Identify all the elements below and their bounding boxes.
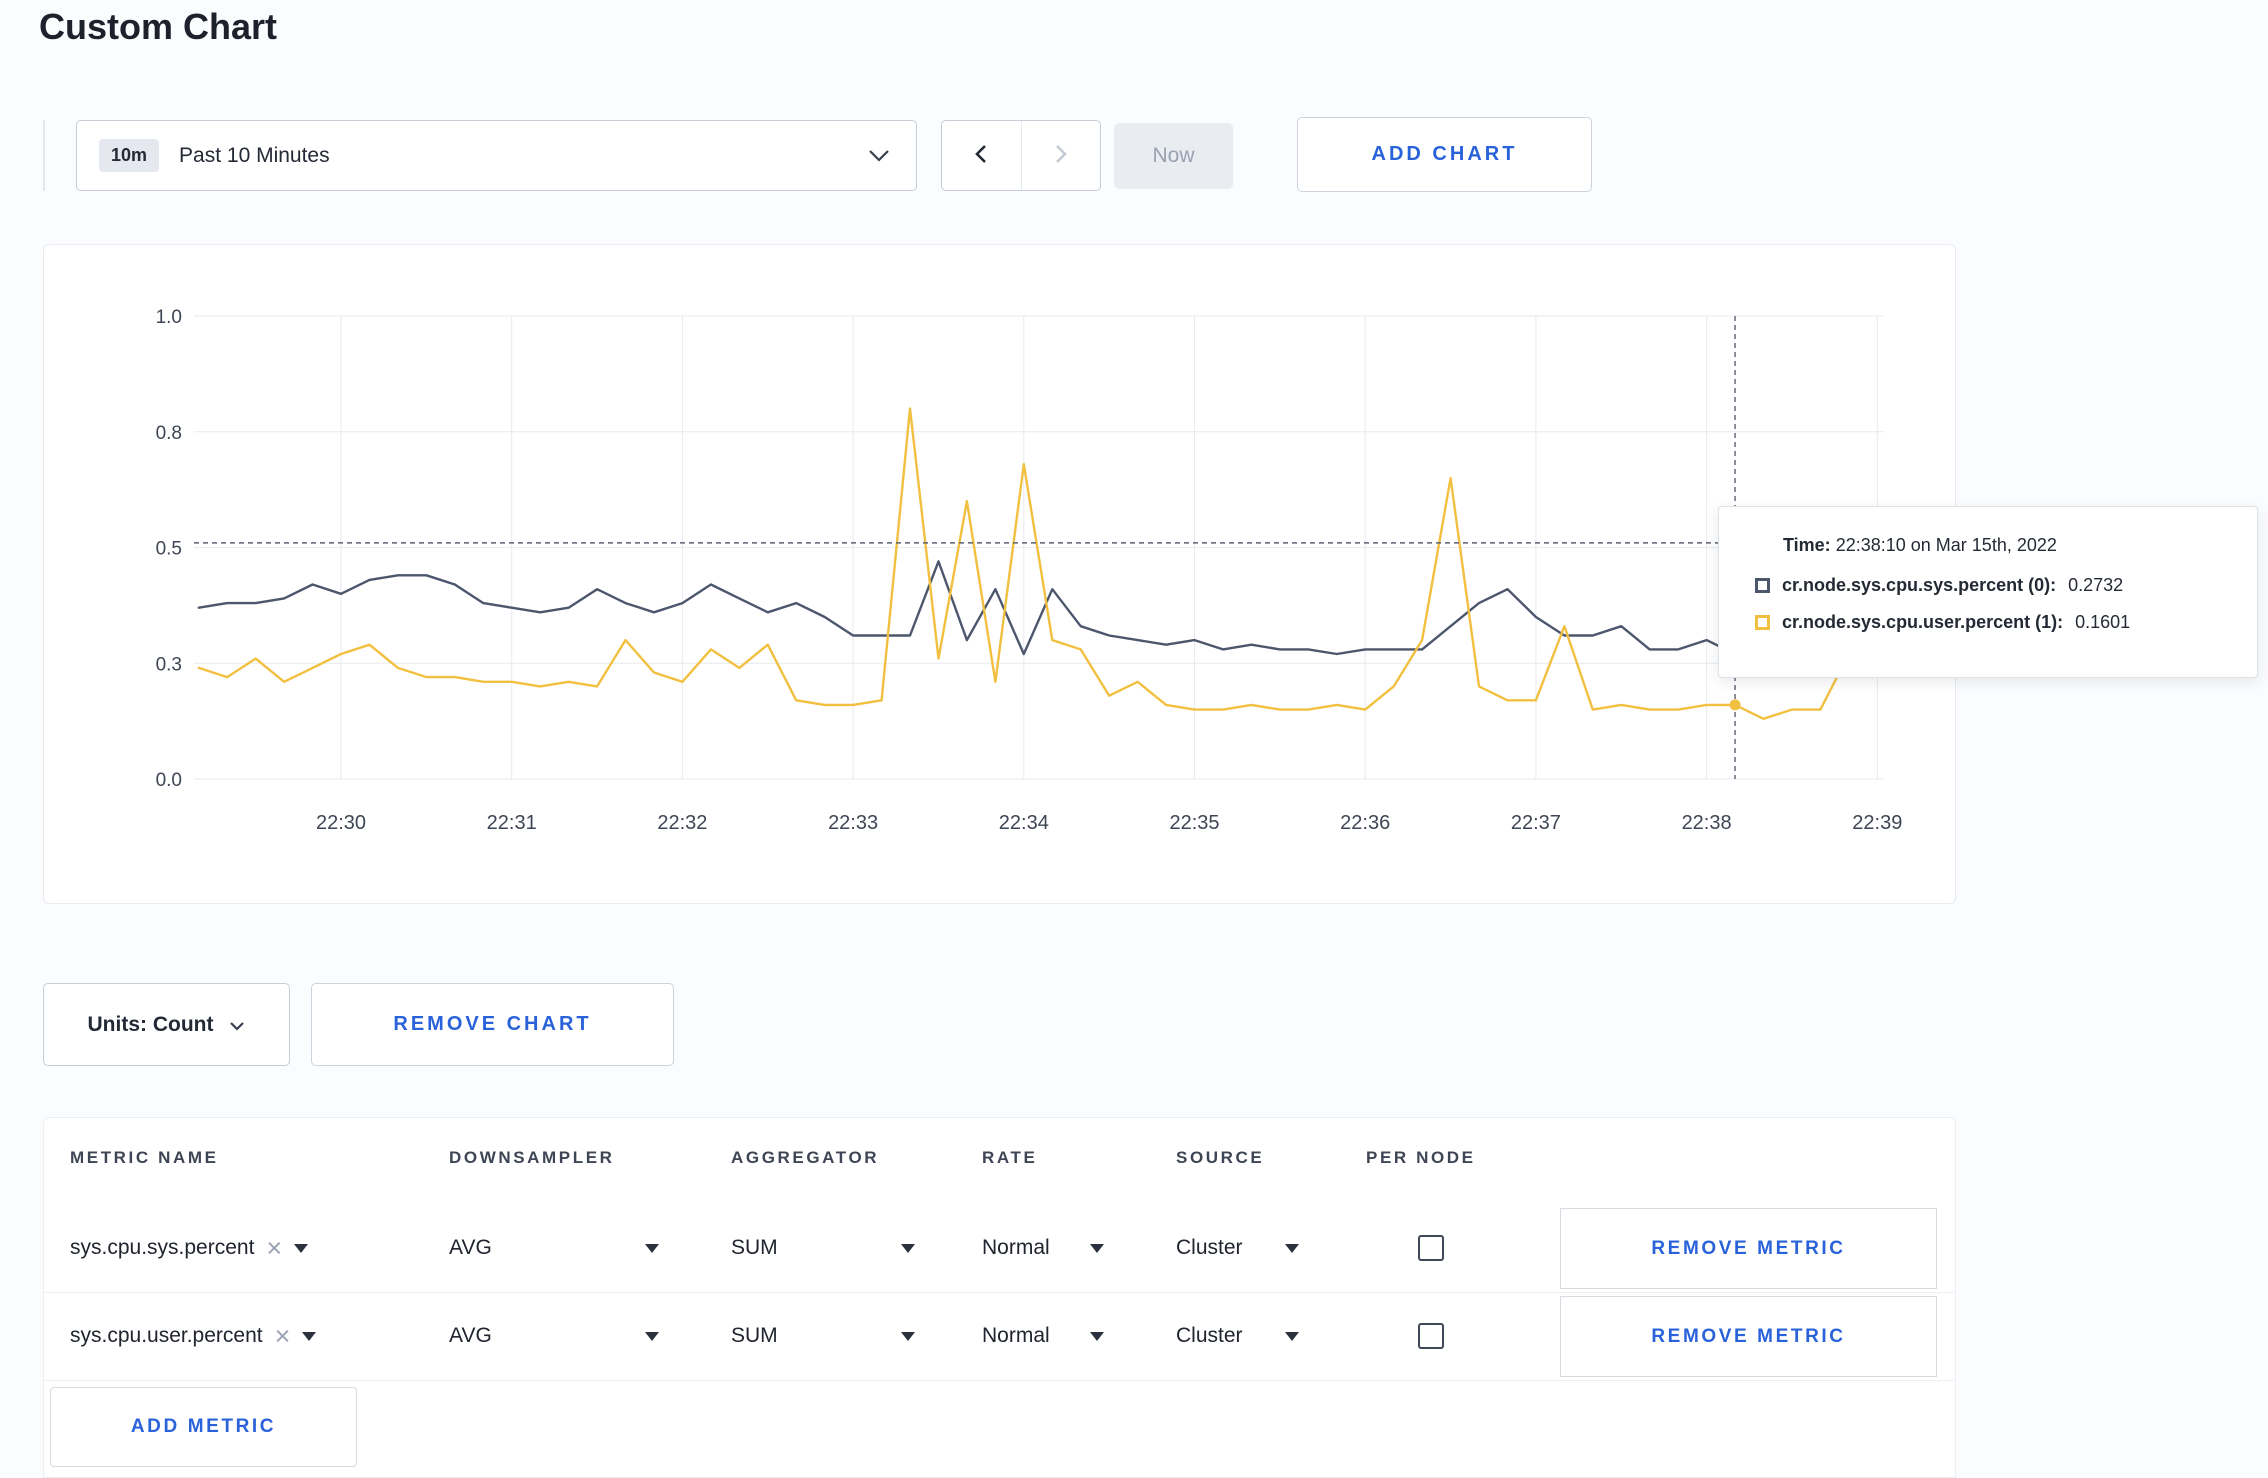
per-node-cell	[1418, 1204, 1444, 1292]
time-range-label: Past 10 Minutes	[179, 143, 330, 167]
per-node-cell	[1418, 1292, 1444, 1380]
aggregator-value: SUM	[731, 1324, 778, 1347]
source-value: Cluster	[1176, 1236, 1243, 1259]
col-header-source: SOURCE	[1176, 1148, 1265, 1167]
col-header-metric-name: METRIC NAME	[70, 1148, 219, 1167]
close-icon[interactable]: ×	[266, 1234, 282, 1262]
svg-text:22:31: 22:31	[487, 812, 537, 834]
chevron-left-icon	[974, 143, 988, 168]
tooltip-series-label: cr.node.sys.cpu.user.percent (1):	[1782, 612, 2064, 632]
rate-select[interactable]: Normal	[982, 1292, 1104, 1380]
time-prev-button[interactable]	[942, 121, 1021, 190]
aggregator-select[interactable]: SUM	[731, 1292, 915, 1380]
source-select[interactable]: Cluster	[1176, 1204, 1299, 1292]
now-button[interactable]: Now	[1114, 123, 1233, 189]
chevron-down-icon	[868, 149, 890, 163]
col-header-rate: RATE	[982, 1148, 1038, 1167]
close-icon[interactable]: ×	[275, 1322, 291, 1350]
tooltip-series-marker	[1755, 615, 1770, 630]
metric-name-select[interactable]: sys.cpu.user.percent ×	[70, 1292, 317, 1380]
col-header-aggregator: AGGREGATOR	[731, 1148, 880, 1167]
custom-chart-page: Custom Chart 10m Past 10 Minutes Now ADD…	[0, 0, 2268, 1478]
chart-card: 0.0 0.3 0.5 0.8 1.0 22:30 22:31 22:32 22:33 22:34…	[43, 244, 1956, 904]
per-node-checkbox[interactable]	[1418, 1235, 1444, 1261]
tooltip-series-value: 0.2732	[2068, 575, 2124, 595]
metrics-table: METRIC NAME DOWNSAMPLER AGGREGATOR RATE …	[43, 1117, 1956, 1478]
caret-down-icon	[645, 1331, 659, 1341]
tooltip-series-label: cr.node.sys.cpu.sys.percent (0):	[1782, 575, 2057, 595]
aggregator-value: SUM	[731, 1236, 778, 1259]
caret-down-icon	[1090, 1243, 1104, 1253]
caret-down-icon	[302, 1331, 317, 1341]
chart-tooltip: Time: 22:38:10 on Mar 15th, 2022 cr.node…	[1718, 506, 2258, 678]
rate-select[interactable]: Normal	[982, 1204, 1104, 1292]
svg-text:1.0: 1.0	[156, 307, 182, 328]
units-label: Units: Count	[87, 1012, 214, 1036]
col-header-per-node: PER NODE	[1366, 1148, 1476, 1167]
caret-down-icon	[1285, 1331, 1299, 1341]
svg-text:0.3: 0.3	[156, 654, 182, 675]
svg-text:22:32: 22:32	[657, 812, 707, 834]
row-divider	[44, 1380, 1955, 1381]
add-chart-button[interactable]: ADD CHART	[1297, 117, 1592, 192]
time-nav-group	[941, 120, 1101, 191]
svg-text:22:30: 22:30	[316, 812, 366, 834]
downsampler-select[interactable]: AVG	[449, 1292, 659, 1380]
units-dropdown[interactable]: Units: Count	[43, 983, 290, 1066]
svg-text:0.8: 0.8	[156, 423, 182, 444]
svg-text:22:34: 22:34	[999, 812, 1049, 834]
time-next-button[interactable]	[1020, 121, 1101, 190]
metric-name-value: sys.cpu.sys.percent	[70, 1236, 255, 1259]
chart-svg[interactable]: 0.0 0.3 0.5 0.8 1.0 22:30 22:31 22:32 22:33 22:34…	[44, 245, 1955, 903]
downsampler-select[interactable]: AVG	[449, 1204, 659, 1292]
caret-down-icon	[1090, 1331, 1104, 1341]
svg-text:22:39: 22:39	[1852, 812, 1902, 834]
downsampler-value: AVG	[449, 1324, 492, 1347]
rate-value: Normal	[982, 1236, 1050, 1259]
per-node-checkbox[interactable]	[1418, 1323, 1444, 1349]
toolbar-left-divider	[43, 120, 45, 191]
metric-name-select[interactable]: sys.cpu.sys.percent ×	[70, 1204, 309, 1292]
downsampler-value: AVG	[449, 1236, 492, 1259]
caret-down-icon	[294, 1243, 309, 1253]
caret-down-icon	[901, 1331, 915, 1341]
svg-text:22:36: 22:36	[1340, 812, 1390, 834]
svg-text:22:35: 22:35	[1169, 812, 1219, 834]
svg-text:0.0: 0.0	[156, 770, 182, 791]
rate-value: Normal	[982, 1324, 1050, 1347]
tooltip-series-row: cr.node.sys.cpu.user.percent (1): 0.1601	[1755, 612, 2233, 633]
tooltip-time-row: Time: 22:38:10 on Mar 15th, 2022	[1783, 535, 2233, 556]
chevron-right-icon	[1054, 143, 1068, 168]
tooltip-series-marker	[1755, 578, 1770, 593]
tooltip-time-label: Time:	[1783, 535, 1831, 555]
add-metric-button[interactable]: ADD METRIC	[50, 1387, 357, 1467]
col-header-downsampler: DOWNSAMPLER	[449, 1148, 615, 1167]
svg-text:22:33: 22:33	[828, 812, 878, 834]
source-value: Cluster	[1176, 1324, 1243, 1347]
time-range-badge: 10m	[99, 139, 160, 172]
page-title: Custom Chart	[39, 6, 278, 47]
caret-down-icon	[1285, 1243, 1299, 1253]
svg-text:0.5: 0.5	[156, 539, 182, 560]
caret-down-icon	[645, 1243, 659, 1253]
remove-chart-button[interactable]: REMOVE CHART	[311, 983, 674, 1066]
caret-down-icon	[901, 1243, 915, 1253]
table-row: sys.cpu.sys.percent × AVG SUM Normal Clu…	[44, 1204, 1955, 1292]
metric-name-value: sys.cpu.user.percent	[70, 1324, 263, 1347]
aggregator-select[interactable]: SUM	[731, 1204, 915, 1292]
tooltip-time-value: 22:38:10 on Mar 15th, 2022	[1835, 535, 2057, 555]
svg-text:22:37: 22:37	[1511, 812, 1561, 834]
remove-metric-button[interactable]: REMOVE METRIC	[1560, 1296, 1937, 1377]
source-select[interactable]: Cluster	[1176, 1292, 1299, 1380]
table-row: sys.cpu.user.percent × AVG SUM Normal Cl…	[44, 1292, 1955, 1380]
chevron-down-icon	[229, 1013, 245, 1037]
remove-metric-button[interactable]: REMOVE METRIC	[1560, 1208, 1937, 1289]
tooltip-series-value: 0.1601	[2075, 612, 2131, 632]
time-range-dropdown[interactable]: 10m Past 10 Minutes	[76, 120, 917, 191]
svg-text:22:38: 22:38	[1682, 812, 1732, 834]
tooltip-series-row: cr.node.sys.cpu.sys.percent (0): 0.2732	[1755, 575, 2233, 596]
